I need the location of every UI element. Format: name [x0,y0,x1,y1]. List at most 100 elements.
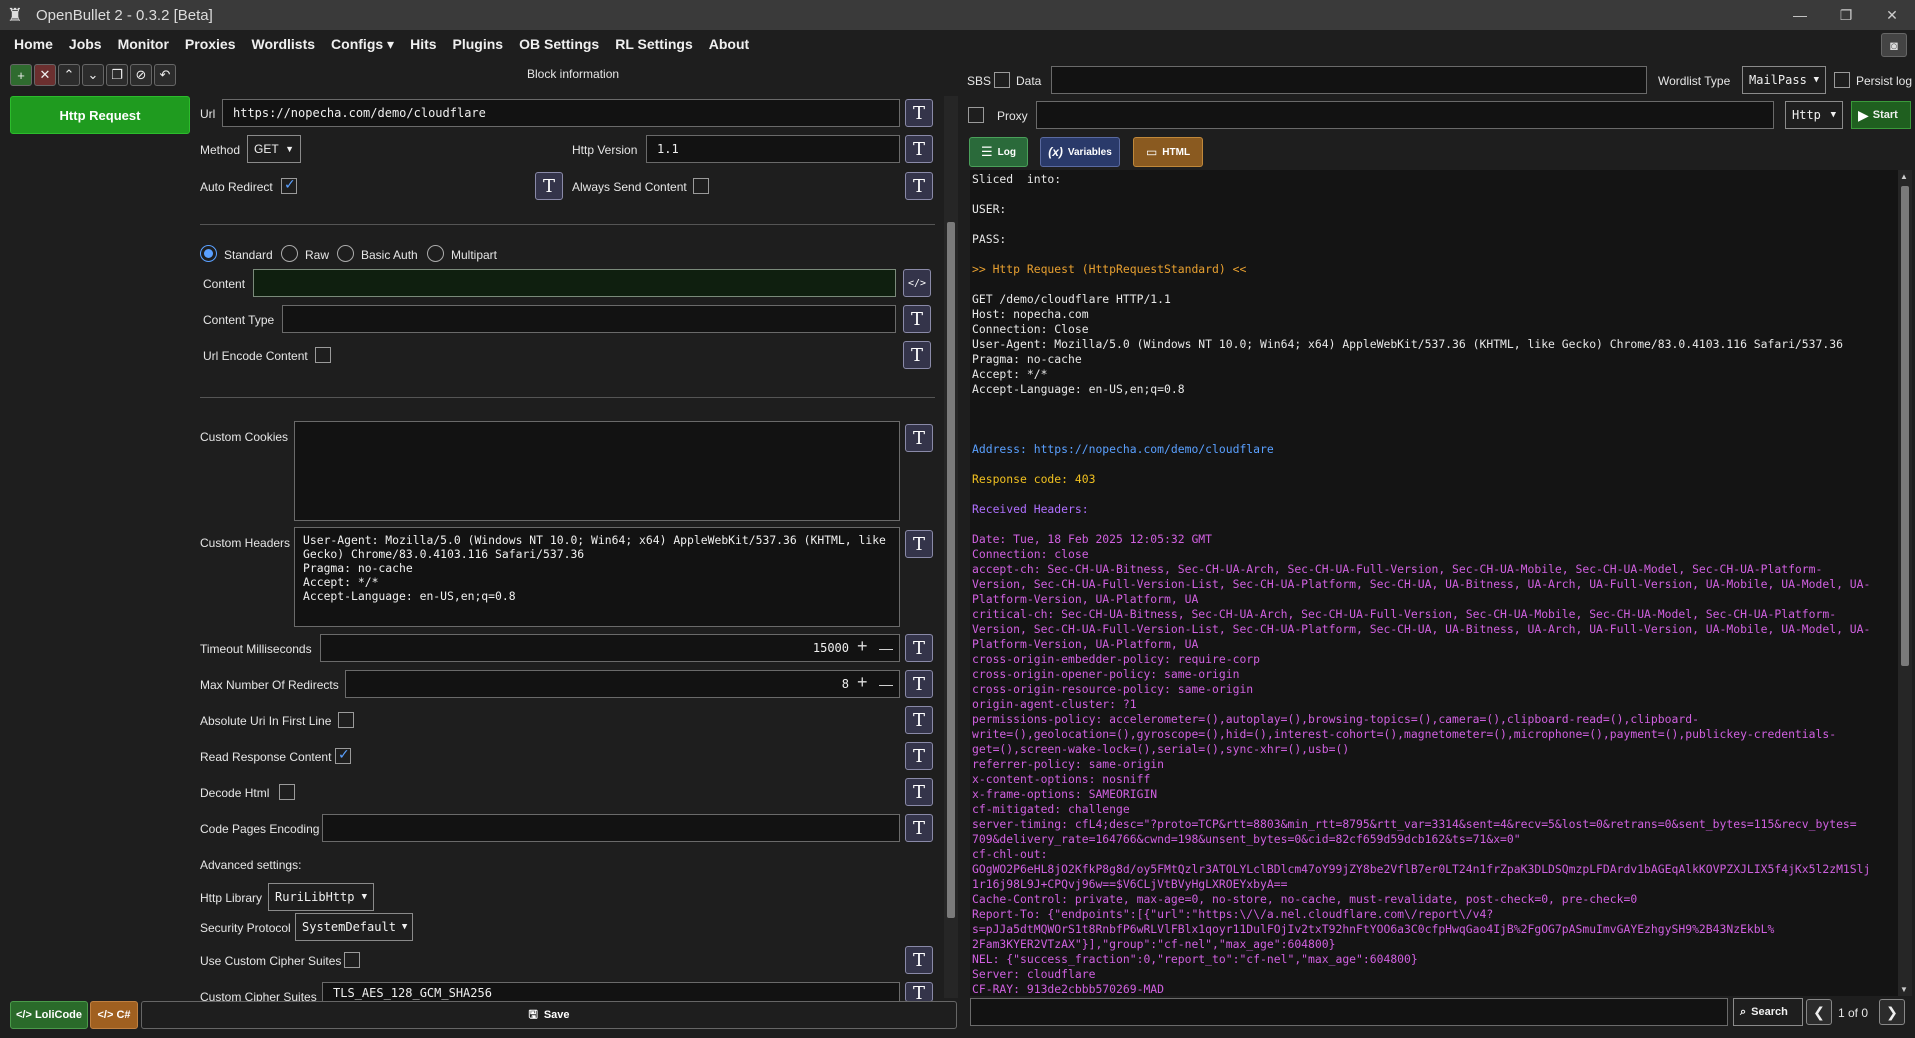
move-down-button[interactable]: ⌄ [82,64,104,86]
auto-redirect-type-button[interactable]: T [535,172,563,200]
content-input[interactable] [253,269,896,297]
method-dropdown[interactable]: GET ▼ [247,135,301,163]
content-type-type-button[interactable]: T [903,305,931,333]
use-cipher-label: Use Custom Cipher Suites [200,954,342,968]
log-tab[interactable]: ☰ Log [969,137,1028,167]
absolute-uri-type-button[interactable]: T [905,706,933,734]
cipher-suites-type-button[interactable]: T [905,982,933,1002]
chevron-down-icon: ▼ [285,144,294,154]
menu-ob-settings[interactable]: OB Settings [519,36,599,52]
mode-basic-auth-radio[interactable] [337,245,354,262]
http-version-type-button[interactable]: T [905,135,933,163]
url-input[interactable]: https://nopecha.com/demo/cloudflare [222,99,900,127]
search-button[interactable]: ⌕ Search [1733,998,1803,1026]
cipher-suites-input[interactable]: TLS_AES_128_GCM_SHA256 [322,982,900,1002]
clone-block-button[interactable]: ❐ [106,64,128,86]
html-tab[interactable]: ▭ HTML [1133,137,1203,167]
mode-raw-radio[interactable] [281,245,298,262]
close-icon[interactable]: ✕ [1869,0,1915,30]
restore-icon[interactable]: ❐ [1823,0,1869,30]
content-type-input[interactable] [282,305,896,333]
always-send-type-button[interactable]: T [905,172,933,200]
menu-rl-settings[interactable]: RL Settings [615,36,693,52]
auto-redirect-checkbox[interactable] [281,176,297,194]
menu-hits[interactable]: Hits [410,36,436,52]
security-protocol-value: SystemDefault [302,920,396,934]
decode-html-checkbox[interactable] [279,784,295,800]
timeout-increment-button[interactable]: + [857,636,868,657]
http-request-block[interactable]: Http Request [10,96,190,134]
url-type-button[interactable]: T [905,99,933,127]
code-pages-input[interactable] [322,814,900,842]
log-line: referrer-policy: same-origin [972,757,1165,771]
custom-cookies-type-button[interactable]: T [905,424,933,452]
always-send-content-checkbox[interactable] [693,178,709,194]
data-input[interactable] [1051,66,1647,94]
code-pages-type-button[interactable]: T [905,814,933,842]
add-block-button[interactable]: + [10,64,32,86]
proxy-checkbox[interactable] [968,107,984,123]
csharp-button[interactable]: </> C# [90,1001,138,1029]
use-cipher-checkbox[interactable] [344,952,360,968]
menu-configs[interactable]: Configs ▾ [331,36,394,53]
read-response-checkbox[interactable] [335,746,351,764]
data-label: Data [1016,74,1042,88]
log-scrollbar-thumb[interactable] [1901,186,1909,666]
variables-tab[interactable]: (x) Variables [1040,137,1120,167]
http-library-label: Http Library [200,891,263,905]
minimize-icon[interactable]: — [1777,0,1823,30]
redirects-increment-button[interactable]: + [857,672,868,693]
save-button[interactable]: 🖫 Save [141,1001,957,1029]
url-encode-type-button[interactable]: T [903,341,931,369]
scroll-up-icon[interactable]: ▲ [1900,172,1908,181]
menu-plugins[interactable]: Plugins [453,36,504,52]
absolute-uri-checkbox[interactable] [338,712,354,728]
max-redirects-type-button[interactable]: T [905,670,933,698]
menu-monitor[interactable]: Monitor [118,36,169,52]
menu-proxies[interactable]: Proxies [185,36,236,52]
previous-match-button[interactable]: ❮ [1806,999,1832,1025]
scroll-down-icon[interactable]: ▼ [1900,985,1908,994]
next-match-button[interactable]: ❯ [1879,999,1905,1025]
disable-block-button[interactable]: ⊘ [130,64,152,86]
undo-button[interactable]: ↶ [154,64,176,86]
always-send-content-label: Always Send Content [572,180,687,194]
menu-home[interactable]: Home [14,36,53,52]
lolicode-button[interactable]: </> LoliCode [10,1001,88,1029]
menu-wordlists[interactable]: Wordlists [252,36,316,52]
code-view-icon[interactable]: </> [903,269,931,297]
sbs-checkbox[interactable] [994,72,1010,88]
menu-about[interactable]: About [709,36,749,52]
http-library-dropdown[interactable]: RuriLibHttp ▼ [268,883,374,911]
start-button[interactable]: ▶ Start [1851,101,1911,129]
menu-jobs[interactable]: Jobs [69,36,102,52]
timeout-type-button[interactable]: T [905,634,933,662]
persist-log-checkbox[interactable] [1834,72,1850,88]
remove-block-button[interactable]: ✕ [34,64,56,86]
http-version-input[interactable]: 1.1 [646,135,900,163]
wordlist-type-dropdown[interactable]: MailPass ▼ [1742,66,1826,94]
decode-html-type-button[interactable]: T [905,778,933,806]
custom-headers-type-button[interactable]: T [905,530,933,558]
max-redirects-input[interactable]: 8 [345,670,900,698]
proxy-type-dropdown[interactable]: Http ▼ [1785,101,1843,129]
mode-multipart-radio[interactable] [427,245,444,262]
read-response-type-button[interactable]: T [905,742,933,770]
scrollbar-thumb[interactable] [947,222,955,918]
block-info-scrollbar[interactable] [944,96,958,998]
log-search-input[interactable] [970,998,1728,1026]
timeout-input[interactable]: 15000 [320,634,900,662]
mode-standard-radio[interactable] [200,245,217,262]
custom-cookies-input[interactable] [294,421,900,521]
move-up-button[interactable]: ⌃ [58,64,80,86]
security-protocol-dropdown[interactable]: SystemDefault ▼ [295,913,413,941]
camera-icon[interactable]: ◙ [1881,33,1907,57]
log-scrollbar[interactable]: ▲ ▼ [1898,170,1912,996]
url-encode-checkbox[interactable] [315,347,331,363]
debugger-log: Sliced into: USER: PASS: >> Http Request… [970,170,1898,996]
timeout-decrement-button[interactable]: — [879,640,893,656]
proxy-input[interactable] [1036,101,1774,129]
custom-headers-input[interactable]: User-Agent: Mozilla/5.0 (Windows NT 10.0… [294,527,900,627]
use-cipher-type-button[interactable]: T [905,946,933,974]
redirects-decrement-button[interactable]: — [879,676,893,692]
